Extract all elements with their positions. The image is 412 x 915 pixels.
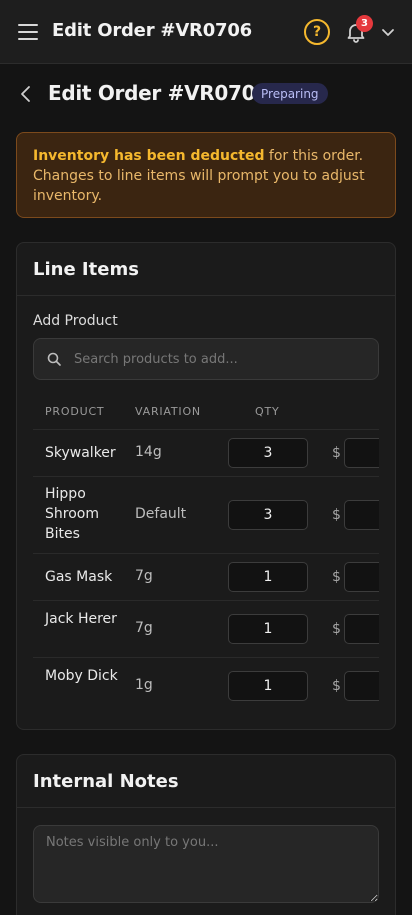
currency-symbol: $ — [332, 678, 341, 694]
table-row: Gas Mask 7g $ — [33, 553, 379, 600]
product-name: Skywalker — [45, 445, 116, 461]
product-variation: 7g — [135, 620, 153, 636]
notification-badge: 3 — [356, 15, 373, 32]
product-variation: 14g — [135, 444, 162, 460]
currency-symbol: $ — [332, 507, 341, 523]
status-badge: Preparing — [252, 83, 328, 104]
product-name: Gas Mask — [45, 569, 113, 585]
product-variation: 1g — [135, 677, 153, 693]
internal-notes-title: Internal Notes — [33, 771, 179, 792]
table-row: Skywalker 14g $ — [33, 429, 379, 476]
app-bar: Edit Order #VR0706 ? 3 — [0, 0, 412, 64]
table-row: Hippo Shroom Bites Default $ — [33, 476, 379, 553]
product-variation: Default — [135, 506, 187, 522]
search-icon — [46, 351, 62, 367]
price-input[interactable] — [344, 671, 379, 701]
price-input[interactable] — [344, 614, 379, 644]
quantity-input[interactable] — [228, 500, 308, 530]
product-name: Jack Herer — [45, 611, 117, 627]
column-header-qty: QTY — [255, 405, 280, 418]
product-search-input[interactable] — [74, 339, 370, 379]
product-name: Moby Dick — [45, 668, 118, 684]
card-header: Line Items — [17, 243, 395, 296]
currency-symbol: $ — [332, 569, 341, 585]
quantity-input[interactable] — [228, 562, 308, 592]
line-items-table: PRODUCT VARIATION QTY Skywalker 14g $ Hi… — [33, 395, 379, 715]
product-name: Hippo Shroom Bites — [45, 486, 99, 542]
line-items-card: Line Items Add Product PRODUCT VARIATION… — [16, 242, 396, 730]
product-variation: 7g — [135, 568, 153, 584]
column-header-variation: VARIATION — [135, 405, 201, 418]
app-bar-title: Edit Order #VR0706 — [52, 20, 253, 41]
currency-symbol: $ — [332, 445, 341, 461]
inventory-alert: Inventory has been deducted for this ord… — [16, 132, 396, 218]
line-items-title: Line Items — [33, 259, 139, 280]
quantity-input[interactable] — [228, 671, 308, 701]
product-search-box — [33, 338, 379, 380]
table-row: Jack Herer 7g $ — [33, 600, 379, 657]
price-input[interactable] — [344, 500, 379, 530]
column-header-product: PRODUCT — [45, 405, 105, 418]
back-icon[interactable] — [18, 84, 34, 104]
quantity-input[interactable] — [228, 614, 308, 644]
internal-notes-card: Internal Notes — [16, 754, 396, 915]
add-product-label: Add Product — [33, 313, 118, 329]
help-icon[interactable]: ? — [304, 19, 330, 45]
internal-notes-textarea[interactable] — [33, 825, 379, 903]
chevron-down-icon[interactable] — [380, 24, 396, 40]
price-input[interactable] — [344, 562, 379, 592]
quantity-input[interactable] — [228, 438, 308, 468]
alert-emphasis: Inventory has been deducted — [33, 148, 265, 164]
page-title: Edit Order #VR0706 — [48, 81, 269, 105]
table-row: Moby Dick 1g $ — [33, 657, 379, 714]
price-input[interactable] — [344, 438, 379, 468]
menu-icon[interactable] — [18, 24, 38, 40]
card-header: Internal Notes — [17, 755, 395, 808]
currency-symbol: $ — [332, 621, 341, 637]
